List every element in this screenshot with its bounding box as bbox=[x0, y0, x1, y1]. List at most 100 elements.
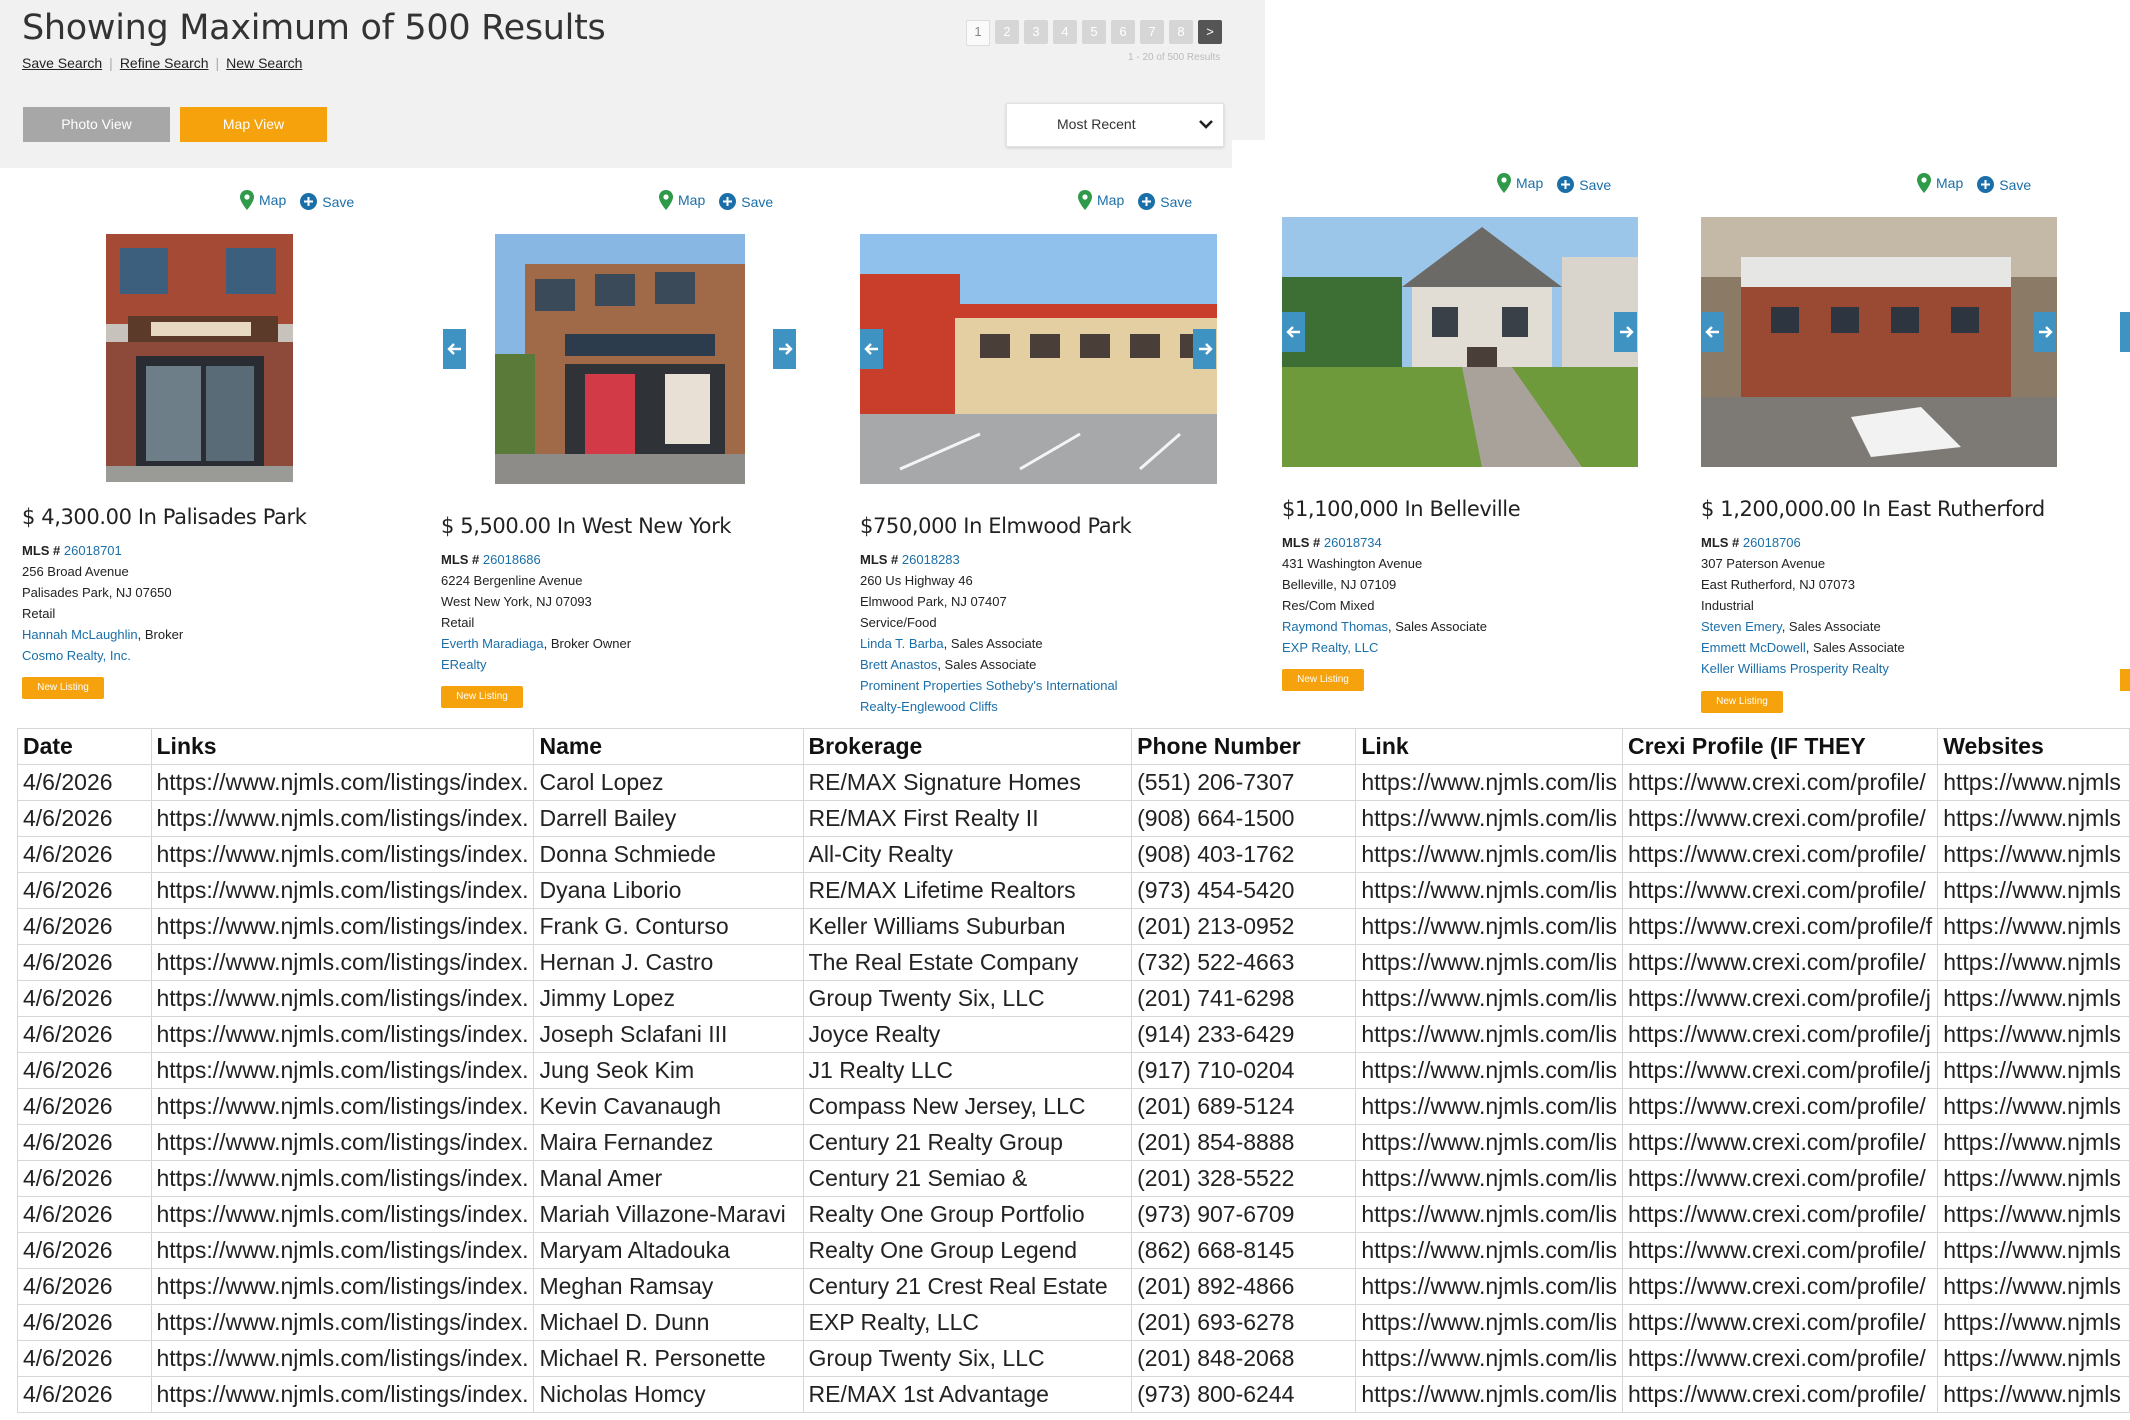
brokerage-link[interactable]: Cosmo Realty, Inc. bbox=[22, 648, 131, 663]
phone-cell[interactable]: (917) 710-0204 bbox=[1131, 1052, 1357, 1089]
column-header[interactable]: Date bbox=[17, 728, 152, 765]
page-8-button[interactable]: 8 bbox=[1169, 20, 1193, 44]
save-link[interactable]: Save bbox=[1138, 193, 1192, 210]
page-3-button[interactable]: 3 bbox=[1024, 20, 1048, 44]
crexi-profile-cell[interactable]: https://www.crexi.com/profile/ bbox=[1621, 764, 1939, 801]
link-cell[interactable]: https://www.njmls.com/lis bbox=[1355, 1088, 1623, 1125]
brokerage-cell[interactable]: RE/MAX First Realty II bbox=[802, 800, 1133, 837]
crexi-profile-cell[interactable]: https://www.crexi.com/profile/ bbox=[1621, 1376, 1939, 1413]
link-cell[interactable]: https://www.njmls.com/lis bbox=[1355, 1196, 1623, 1233]
website-cell[interactable]: https://www.njmls bbox=[1937, 908, 2130, 945]
link-cell[interactable]: https://www.njmls.com/lis bbox=[1355, 1304, 1623, 1341]
mls-number-link[interactable]: 26018283 bbox=[902, 552, 960, 567]
brokerage-link[interactable]: EXP Realty, LLC bbox=[1282, 640, 1378, 655]
phone-cell[interactable]: (973) 800-6244 bbox=[1131, 1376, 1357, 1413]
page-5-button[interactable]: 5 bbox=[1082, 20, 1106, 44]
link-cell[interactable]: https://www.njmls.com/lis bbox=[1355, 1160, 1623, 1197]
map-link[interactable]: Map bbox=[1497, 173, 1543, 193]
mls-number-link[interactable]: 26018701 bbox=[64, 543, 122, 558]
brokerage-link[interactable]: Keller Williams Prosperity Realty bbox=[1701, 661, 1889, 676]
brokerage-cell[interactable]: Realty One Group Portfolio bbox=[802, 1196, 1133, 1233]
name-cell[interactable]: Meghan Ramsay bbox=[533, 1268, 804, 1305]
phone-cell[interactable]: (201) 848-2068 bbox=[1131, 1340, 1357, 1377]
name-cell[interactable]: Hernan J. Castro bbox=[533, 944, 804, 981]
website-cell[interactable]: https://www.njmls bbox=[1937, 872, 2130, 909]
agent-link[interactable]: Brett Anastos bbox=[860, 657, 937, 672]
next-page-button[interactable]: > bbox=[1198, 20, 1222, 44]
crexi-profile-cell[interactable]: https://www.crexi.com/profile/ bbox=[1621, 1304, 1939, 1341]
name-cell[interactable]: Kevin Cavanaugh bbox=[533, 1088, 804, 1125]
name-cell[interactable]: Maryam Altadouka bbox=[533, 1232, 804, 1269]
phone-cell[interactable]: (732) 522-4663 bbox=[1131, 944, 1357, 981]
crexi-profile-cell[interactable]: https://www.crexi.com/profile/ bbox=[1621, 944, 1939, 981]
website-cell[interactable]: https://www.njmls bbox=[1937, 1160, 2130, 1197]
link-cell[interactable]: https://www.njmls.com/lis bbox=[1355, 1268, 1623, 1305]
crexi-profile-cell[interactable]: https://www.crexi.com/profile/f bbox=[1621, 908, 1939, 945]
column-header[interactable]: Phone Number bbox=[1131, 728, 1357, 765]
brokerage-cell[interactable]: Compass New Jersey, LLC bbox=[802, 1088, 1133, 1125]
link-cell[interactable]: https://www.njmls.com/lis bbox=[1355, 980, 1623, 1017]
date-cell[interactable]: 4/6/2026 bbox=[17, 1016, 152, 1053]
date-cell[interactable]: 4/6/2026 bbox=[17, 764, 152, 801]
save-link[interactable]: Save bbox=[1557, 176, 1611, 193]
brokerage-cell[interactable]: RE/MAX Signature Homes bbox=[802, 764, 1133, 801]
crexi-profile-cell[interactable]: https://www.crexi.com/profile/ bbox=[1621, 1196, 1939, 1233]
listing-link-cell[interactable]: https://www.njmls.com/listings/index. bbox=[150, 1268, 535, 1305]
date-cell[interactable]: 4/6/2026 bbox=[17, 1376, 152, 1413]
brokerage-cell[interactable]: Group Twenty Six, LLC bbox=[802, 1340, 1133, 1377]
listing-link-cell[interactable]: https://www.njmls.com/listings/index. bbox=[150, 764, 535, 801]
date-cell[interactable]: 4/6/2026 bbox=[17, 1340, 152, 1377]
name-cell[interactable]: Frank G. Conturso bbox=[533, 908, 804, 945]
phone-cell[interactable]: (973) 454-5420 bbox=[1131, 872, 1357, 909]
listing-link-cell[interactable]: https://www.njmls.com/listings/index. bbox=[150, 1196, 535, 1233]
phone-cell[interactable]: (908) 403-1762 bbox=[1131, 836, 1357, 873]
listing-link-cell[interactable]: https://www.njmls.com/listings/index. bbox=[150, 908, 535, 945]
column-header[interactable]: Name bbox=[533, 728, 804, 765]
column-header[interactable]: Brokerage bbox=[802, 728, 1133, 765]
name-cell[interactable]: Michael R. Personette bbox=[533, 1340, 804, 1377]
link-cell[interactable]: https://www.njmls.com/lis bbox=[1355, 800, 1623, 837]
listing-link-cell[interactable]: https://www.njmls.com/listings/index. bbox=[150, 1340, 535, 1377]
link-cell[interactable]: https://www.njmls.com/lis bbox=[1355, 944, 1623, 981]
brokerage-cell[interactable]: Century 21 Semiao & bbox=[802, 1160, 1133, 1197]
listing-link-cell[interactable]: https://www.njmls.com/listings/index. bbox=[150, 872, 535, 909]
phone-cell[interactable]: (551) 206-7307 bbox=[1131, 764, 1357, 801]
link-cell[interactable]: https://www.njmls.com/lis bbox=[1355, 1340, 1623, 1377]
date-cell[interactable]: 4/6/2026 bbox=[17, 980, 152, 1017]
map-link[interactable]: Map bbox=[1078, 190, 1124, 210]
link-cell[interactable]: https://www.njmls.com/lis bbox=[1355, 1376, 1623, 1413]
listing-link-cell[interactable]: https://www.njmls.com/listings/index. bbox=[150, 800, 535, 837]
website-cell[interactable]: https://www.njmls bbox=[1937, 1016, 2130, 1053]
date-cell[interactable]: 4/6/2026 bbox=[17, 836, 152, 873]
phone-cell[interactable]: (862) 668-8145 bbox=[1131, 1232, 1357, 1269]
name-cell[interactable]: Maira Fernandez bbox=[533, 1124, 804, 1161]
brokerage-cell[interactable]: All-City Realty bbox=[802, 836, 1133, 873]
brokerage-cell[interactable]: RE/MAX Lifetime Realtors bbox=[802, 872, 1133, 909]
brokerage-cell[interactable]: Realty One Group Legend bbox=[802, 1232, 1133, 1269]
map-link[interactable]: Map bbox=[240, 190, 286, 210]
date-cell[interactable]: 4/6/2026 bbox=[17, 1160, 152, 1197]
page-6-button[interactable]: 6 bbox=[1111, 20, 1135, 44]
website-cell[interactable]: https://www.njmls bbox=[1937, 1052, 2130, 1089]
page-4-button[interactable]: 4 bbox=[1053, 20, 1077, 44]
prev-photo-button[interactable] bbox=[1282, 312, 1305, 352]
brokerage-cell[interactable]: The Real Estate Company bbox=[802, 944, 1133, 981]
website-cell[interactable]: https://www.njmls bbox=[1937, 800, 2130, 837]
website-cell[interactable]: https://www.njmls bbox=[1937, 836, 2130, 873]
photo-view-button[interactable]: Photo View bbox=[23, 107, 170, 142]
link-cell[interactable]: https://www.njmls.com/lis bbox=[1355, 1052, 1623, 1089]
link-cell[interactable]: https://www.njmls.com/lis bbox=[1355, 1016, 1623, 1053]
name-cell[interactable]: Darrell Bailey bbox=[533, 800, 804, 837]
agent-link[interactable]: Linda T. Barba bbox=[860, 636, 944, 651]
date-cell[interactable]: 4/6/2026 bbox=[17, 1268, 152, 1305]
phone-cell[interactable]: (914) 233-6429 bbox=[1131, 1016, 1357, 1053]
website-cell[interactable]: https://www.njmls bbox=[1937, 944, 2130, 981]
brokerage-cell[interactable]: RE/MAX 1st Advantage bbox=[802, 1376, 1133, 1413]
link-cell[interactable]: https://www.njmls.com/lis bbox=[1355, 1124, 1623, 1161]
date-cell[interactable]: 4/6/2026 bbox=[17, 800, 152, 837]
link-cell[interactable]: https://www.njmls.com/lis bbox=[1355, 836, 1623, 873]
sort-select[interactable]: Most Recent bbox=[1006, 103, 1224, 147]
listing-link-cell[interactable]: https://www.njmls.com/listings/index. bbox=[150, 1304, 535, 1341]
next-photo-button[interactable] bbox=[1614, 312, 1637, 352]
date-cell[interactable]: 4/6/2026 bbox=[17, 1232, 152, 1269]
